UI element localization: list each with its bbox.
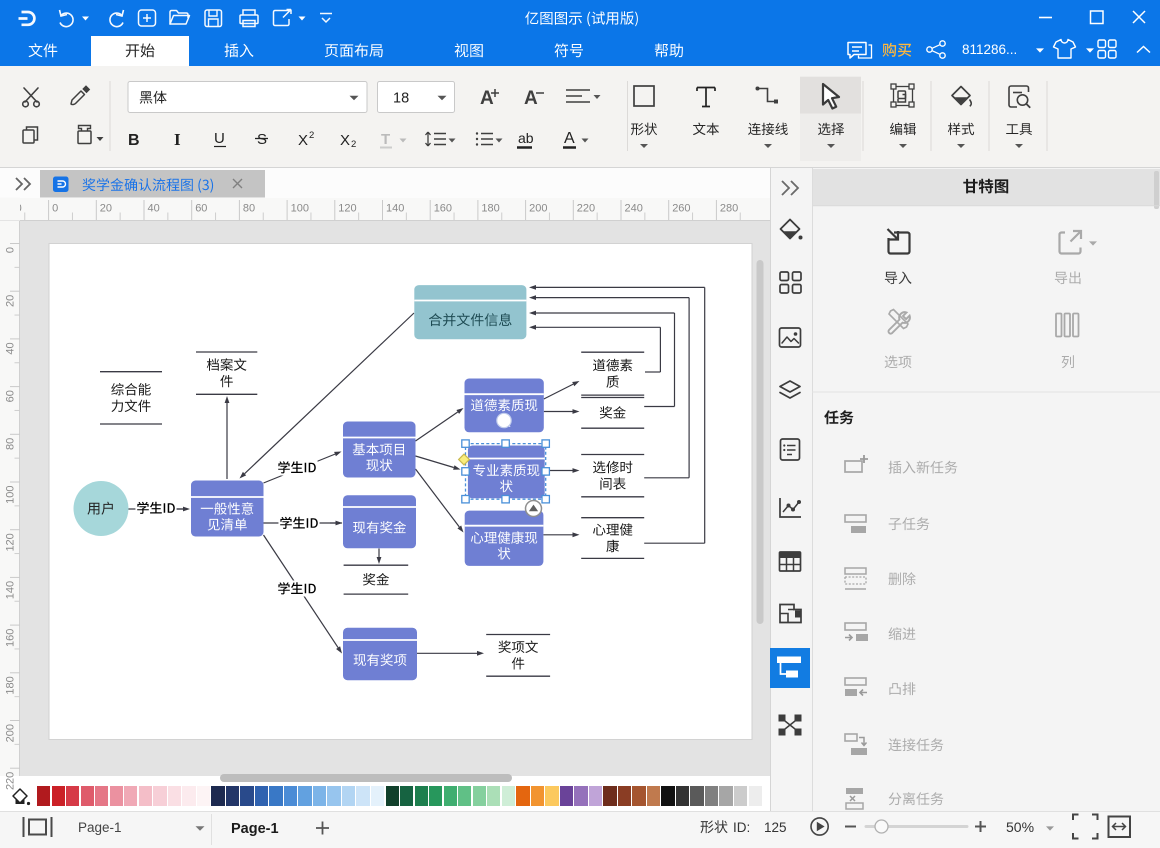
svg-text:125: 125 bbox=[764, 820, 787, 835]
svg-text:220: 220 bbox=[5, 772, 17, 790]
svg-text:200: 200 bbox=[5, 724, 17, 742]
svg-text:I: I bbox=[174, 130, 181, 149]
svg-text:ab: ab bbox=[518, 130, 534, 146]
svg-text:180: 180 bbox=[5, 676, 17, 694]
svg-text:Page-1: Page-1 bbox=[78, 820, 122, 835]
svg-text:160: 160 bbox=[434, 203, 452, 215]
svg-text:X: X bbox=[340, 132, 350, 149]
svg-text:X: X bbox=[298, 132, 308, 149]
svg-text:T: T bbox=[381, 131, 390, 148]
svg-text:220: 220 bbox=[577, 203, 595, 215]
svg-text:U: U bbox=[214, 130, 225, 147]
svg-text:60: 60 bbox=[195, 203, 207, 215]
svg-text:160: 160 bbox=[5, 629, 17, 647]
svg-text:80: 80 bbox=[243, 203, 255, 215]
svg-text:140: 140 bbox=[386, 203, 404, 215]
svg-text:120: 120 bbox=[5, 533, 17, 551]
svg-text:260: 260 bbox=[672, 203, 690, 215]
svg-text:40: 40 bbox=[5, 342, 17, 354]
svg-text:200: 200 bbox=[529, 203, 547, 215]
svg-text:0: 0 bbox=[52, 203, 58, 215]
svg-text:18: 18 bbox=[393, 91, 409, 107]
svg-text:20: 20 bbox=[100, 203, 112, 215]
svg-text:Page-1: Page-1 bbox=[231, 821, 279, 837]
svg-text:180: 180 bbox=[481, 203, 499, 215]
svg-text:811286...: 811286... bbox=[962, 42, 1017, 57]
svg-text:20: 20 bbox=[5, 295, 17, 307]
svg-text:80: 80 bbox=[5, 438, 17, 450]
svg-text:40: 40 bbox=[148, 203, 160, 215]
svg-text:ID:: ID: bbox=[733, 820, 750, 835]
svg-text:280: 280 bbox=[720, 203, 738, 215]
svg-text:B: B bbox=[128, 132, 140, 149]
svg-text:100: 100 bbox=[291, 203, 309, 215]
svg-text:2: 2 bbox=[351, 139, 356, 150]
svg-text:140: 140 bbox=[5, 581, 17, 599]
svg-text:100: 100 bbox=[5, 486, 17, 504]
svg-text:S: S bbox=[257, 131, 267, 148]
svg-text:A: A bbox=[480, 88, 494, 109]
svg-text:2: 2 bbox=[309, 130, 314, 141]
svg-text:50%: 50% bbox=[1006, 819, 1034, 835]
svg-text:A: A bbox=[564, 130, 575, 147]
svg-text:A: A bbox=[524, 88, 538, 109]
svg-text:0: 0 bbox=[5, 247, 17, 253]
svg-text:60: 60 bbox=[5, 390, 17, 402]
svg-text:120: 120 bbox=[338, 203, 356, 215]
svg-text:240: 240 bbox=[625, 203, 643, 215]
